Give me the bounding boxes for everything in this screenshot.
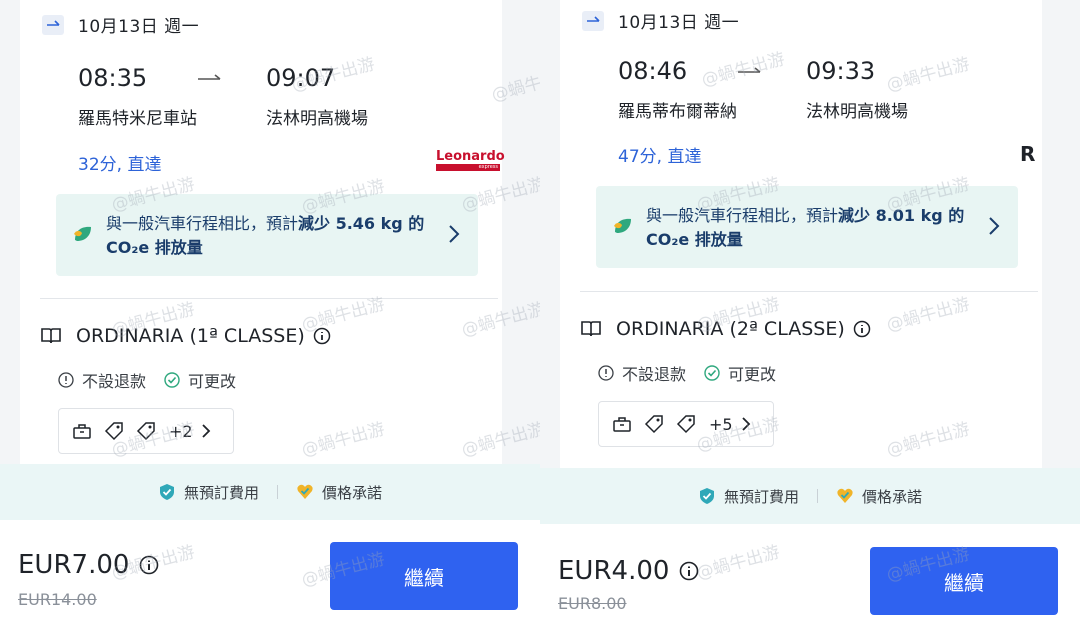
trip-option-1: 10月13日 週一 08:35 09:07 羅馬特米尼車站 法林明高機場 32分…	[0, 0, 540, 629]
one-way-icon	[582, 10, 604, 31]
changeable-label: 可更改	[728, 365, 777, 384]
travel-date: 10月13日 週一	[618, 13, 740, 33]
leaf-icon	[614, 218, 631, 233]
chevron-right-icon	[989, 217, 1000, 235]
amenities-button[interactable]: +2	[58, 408, 234, 454]
operator-logo: R	[1020, 142, 1036, 166]
seat-class-icon	[41, 328, 61, 344]
co2-savings-banner[interactable]: 與一般汽車行程相比，預計減少 8.01 kg 的 CO₂e 排放量	[596, 186, 1018, 268]
co2-savings-banner[interactable]: 與一般汽車行程相比，預計減少 5.46 kg 的 CO₂e 排放量	[56, 194, 478, 276]
continue-button[interactable]: 繼續	[330, 542, 518, 610]
fare-class-name: ORDINARIA (1ª CLASSE)	[76, 325, 305, 347]
fare-policies: 不設退款 可更改	[58, 368, 236, 392]
amenities-button[interactable]: +5	[598, 401, 774, 447]
original-price: EUR8.00	[558, 594, 627, 613]
price-row: EUR4.00	[558, 556, 699, 586]
amenities-more-count: +2	[169, 421, 193, 441]
current-price: EUR7.00	[18, 550, 130, 580]
arrow-right-icon	[198, 74, 221, 80]
check-circle-icon	[704, 365, 720, 381]
luggage-icon	[613, 417, 631, 432]
fare-class-row: ORDINARIA (2ª CLASSE)	[580, 318, 871, 340]
divider	[580, 291, 1038, 292]
luggage-icon	[73, 424, 91, 439]
benefits-bar: 無預訂費用 價格承諾	[0, 464, 540, 520]
arrow-right-icon	[738, 67, 761, 73]
one-way-icon	[42, 14, 64, 35]
arrive-station: 法林明高機場	[266, 109, 368, 129]
date-row: 10月13日 週一	[42, 12, 199, 37]
no-booking-fee-label: 無預訂費用	[723, 487, 799, 506]
trip-card: 10月13日 週一 08:46 09:33 羅馬蒂布爾蒂納 法林明高機場 47分…	[560, 0, 1042, 470]
info-icon[interactable]	[853, 320, 871, 338]
continue-button[interactable]: 繼續	[870, 547, 1058, 615]
chevron-right-icon	[201, 424, 210, 438]
no-refund-label: 不設退款	[622, 365, 687, 384]
fare-class-row: ORDINARIA (1ª CLASSE)	[40, 325, 331, 347]
seat-class-icon	[581, 321, 601, 337]
info-icon[interactable]	[313, 327, 331, 345]
shield-check-icon	[159, 484, 174, 500]
trip-card: 10月13日 週一 08:35 09:07 羅馬特米尼車站 法林明高機場 32分…	[20, 0, 505, 470]
divider	[40, 298, 498, 299]
price-row: EUR7.00	[18, 550, 159, 580]
travel-date: 10月13日 週一	[78, 17, 200, 37]
operator-logo: Leonardo express	[436, 149, 505, 171]
separator	[817, 489, 818, 503]
alert-circle-icon	[58, 372, 74, 388]
checkout-bar: EUR7.00 EUR14.00 繼續	[0, 520, 540, 629]
heart-check-icon	[837, 488, 853, 503]
info-icon[interactable]	[679, 561, 699, 581]
tag-icon	[644, 415, 663, 434]
depart-station: 羅馬特米尼車站	[78, 109, 197, 129]
co2-text: 與一般汽車行程相比，預計減少 5.46 kg 的 CO₂e 排放量	[106, 214, 425, 257]
tag-icon	[104, 422, 123, 441]
depart-time: 08:46	[618, 57, 688, 85]
separator	[277, 485, 278, 499]
fare-policies: 不設退款 可更改	[598, 361, 776, 385]
chevron-right-icon	[741, 417, 750, 431]
heart-check-icon	[297, 484, 313, 499]
price-promise-label: 價格承諾	[862, 487, 923, 506]
arrive-station: 法林明高機場	[806, 102, 908, 122]
checkout-bar: EUR4.00 EUR8.00 繼續	[540, 524, 1080, 629]
no-refund-label: 不設退款	[82, 372, 147, 391]
changeable-label: 可更改	[188, 372, 237, 391]
trip-option-2: 10月13日 週一 08:46 09:33 羅馬蒂布爾蒂納 法林明高機場 47分…	[540, 0, 1080, 629]
depart-station: 羅馬蒂布爾蒂納	[618, 102, 737, 122]
shield-check-icon	[699, 488, 714, 504]
benefits-bar: 無預訂費用 價格承諾	[540, 468, 1080, 524]
chevron-right-icon	[449, 225, 460, 243]
current-price: EUR4.00	[558, 556, 670, 586]
amenities-more-count: +5	[709, 414, 733, 434]
check-circle-icon	[164, 372, 180, 388]
depart-time: 08:35	[78, 64, 148, 92]
duration-direct: 32分, 直達	[78, 155, 162, 175]
duration-direct: 47分, 直達	[618, 147, 702, 167]
tag-icon	[136, 422, 155, 441]
tag-icon	[676, 415, 695, 434]
no-booking-fee-label: 無預訂費用	[183, 483, 259, 502]
date-row: 10月13日 週一	[582, 8, 739, 33]
fare-class-name: ORDINARIA (2ª CLASSE)	[616, 318, 845, 340]
info-icon[interactable]	[139, 555, 159, 575]
original-price: EUR14.00	[18, 590, 97, 609]
arrive-time: 09:07	[266, 64, 336, 92]
arrive-time: 09:33	[806, 57, 876, 85]
co2-text: 與一般汽車行程相比，預計減少 8.01 kg 的 CO₂e 排放量	[646, 206, 965, 249]
leaf-icon	[74, 226, 91, 241]
price-promise-label: 價格承諾	[322, 483, 383, 502]
alert-circle-icon	[598, 365, 614, 381]
